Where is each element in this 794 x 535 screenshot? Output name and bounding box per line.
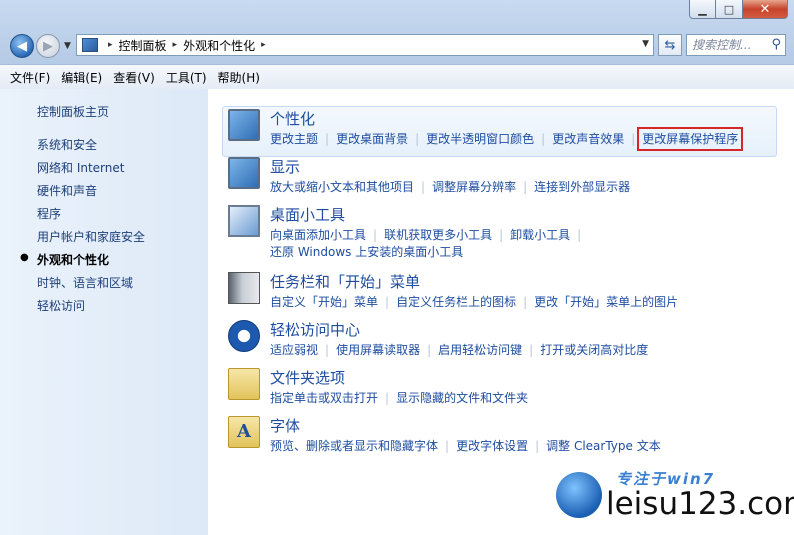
refresh-button[interactable]: ⇆ xyxy=(658,34,682,56)
close-button[interactable]: ✕ xyxy=(743,0,788,19)
link-screen-reader[interactable]: 使用屏幕读取器 xyxy=(336,343,420,357)
link-customize-start-menu[interactable]: 自定义「开始」菜单 xyxy=(270,295,378,309)
display-monitor-icon[interactable] xyxy=(228,157,260,189)
forward-button[interactable]: ▶ xyxy=(36,34,60,58)
address-dropdown-icon[interactable]: ▼ xyxy=(642,39,649,49)
category-title[interactable]: 个性化 xyxy=(270,108,315,129)
search-placeholder: 搜索控制... xyxy=(692,38,752,52)
link-resolution[interactable]: 调整屏幕分辨率 xyxy=(432,180,516,194)
link-access-keys[interactable]: 启用轻松访问键 xyxy=(438,343,522,357)
link-change-background[interactable]: 更改桌面背景 xyxy=(336,132,408,146)
category-links: 自定义「开始」菜单 | 自定义任务栏上的图标 | 更改「开始」菜单上的图片 xyxy=(270,295,679,309)
breadcrumb-appearance[interactable]: 外观和个性化 xyxy=(183,37,255,54)
link-low-vision[interactable]: 适应弱视 xyxy=(270,343,318,357)
navigation-bar: ◀ ▶ ▼ ▸ 控制面板 ▸ 外观和个性化 ▸ ▼ ⇆ 搜索控制... ⚲ xyxy=(8,32,786,60)
history-dropdown-icon[interactable]: ▼ xyxy=(64,41,71,51)
sidebar-item-ease-of-access[interactable]: 轻松访问 xyxy=(37,297,85,314)
control-panel-window: ▁ □ ✕ ◀ ▶ ▼ ▸ 控制面板 ▸ 外观和个性化 ▸ ▼ ⇆ 搜索控制..… xyxy=(0,0,794,535)
category-links-second-row: 还原 Windows 上安装的桌面小工具 xyxy=(270,243,463,260)
category-links: 向桌面添加小工具 | 联机获取更多小工具 | 卸载小工具 | xyxy=(270,228,582,242)
search-icon[interactable]: ⚲ xyxy=(771,35,781,55)
address-bar[interactable]: ▸ 控制面板 ▸ 外观和个性化 ▸ ▼ xyxy=(76,34,654,56)
control-panel-icon xyxy=(82,38,98,52)
link-uninstall-gadget[interactable]: 卸载小工具 xyxy=(510,228,570,242)
category-title[interactable]: 显示 xyxy=(270,156,300,177)
taskbar-icon[interactable] xyxy=(228,272,260,304)
search-input[interactable]: 搜索控制... ⚲ xyxy=(686,34,786,56)
menu-bar: 文件(F) 编辑(E) 查看(V) 工具(T) 帮助(H) xyxy=(0,64,794,90)
link-single-double-click[interactable]: 指定单击或双击打开 xyxy=(270,391,378,405)
link-preview-fonts[interactable]: 预览、删除或者显示和隐藏字体 xyxy=(270,439,438,453)
link-get-more-gadgets[interactable]: 联机获取更多小工具 xyxy=(384,228,492,242)
breadcrumb-separator[interactable]: ▸ xyxy=(261,40,266,50)
category-title[interactable]: 桌面小工具 xyxy=(270,204,345,225)
sidebar-item-network[interactable]: 网络和 Internet xyxy=(37,159,124,176)
fonts-icon[interactable]: A xyxy=(228,416,260,448)
menu-tools[interactable]: 工具(T) xyxy=(166,69,207,86)
link-add-gadgets[interactable]: 向桌面添加小工具 xyxy=(270,228,366,242)
link-external-display[interactable]: 连接到外部显示器 xyxy=(534,180,630,194)
sidebar-item-hardware[interactable]: 硬件和声音 xyxy=(37,182,97,199)
link-change-start-picture[interactable]: 更改「开始」菜单上的图片 xyxy=(534,295,678,309)
category-links: 更改主题 | 更改桌面背景 | 更改半透明窗口颜色 | 更改声音效果 | 更改屏幕保护程序 xyxy=(270,127,744,151)
link-font-settings[interactable]: 更改字体设置 xyxy=(456,439,528,453)
sidebar: 控制面板主页 系统和安全 网络和 Internet 硬件和声音 程序 用户帐户和… xyxy=(0,89,208,535)
folder-options-icon[interactable] xyxy=(228,368,260,400)
personalization-monitor-icon[interactable] xyxy=(228,109,260,141)
active-bullet-icon: ● xyxy=(20,252,29,263)
link-text-size[interactable]: 放大或缩小文本和其他项目 xyxy=(270,180,414,194)
menu-help[interactable]: 帮助(H) xyxy=(218,69,260,86)
category-links: 放大或缩小文本和其他项目 | 调整屏幕分辨率 | 连接到外部显示器 xyxy=(270,180,631,194)
forward-arrow-icon: ▶ xyxy=(43,38,53,54)
link-cleartype[interactable]: 调整 ClearType 文本 xyxy=(546,439,661,453)
watermark: 专注于win7 leisu123.com xyxy=(556,464,794,530)
category-links: 指定单击或双击打开 | 显示隐藏的文件和文件夹 xyxy=(270,391,529,405)
link-restore-gadgets[interactable]: 还原 Windows 上安装的桌面小工具 xyxy=(270,245,463,259)
link-change-screensaver[interactable]: 更改屏幕保护程序 xyxy=(637,127,744,151)
caption-buttons: ▁ □ ✕ xyxy=(689,0,788,19)
breadcrumb-control-panel[interactable]: 控制面板 xyxy=(119,37,167,54)
link-customize-taskbar-icons[interactable]: 自定义任务栏上的图标 xyxy=(396,295,516,309)
link-show-hidden-files[interactable]: 显示隐藏的文件和文件夹 xyxy=(396,391,528,405)
category-title[interactable]: 字体 xyxy=(270,415,300,436)
menu-view[interactable]: 查看(V) xyxy=(113,69,155,86)
minimize-button[interactable]: ▁ xyxy=(689,0,716,19)
link-high-contrast[interactable]: 打开或关闭高对比度 xyxy=(540,343,648,357)
category-title[interactable]: 任务栏和「开始」菜单 xyxy=(270,271,420,292)
ease-of-access-icon[interactable] xyxy=(228,320,260,352)
breadcrumb-separator[interactable]: ▸ xyxy=(108,40,113,50)
back-button[interactable]: ◀ xyxy=(10,34,34,58)
maximize-button[interactable]: □ xyxy=(716,0,743,19)
breadcrumb-separator[interactable]: ▸ xyxy=(173,40,178,50)
menu-edit[interactable]: 编辑(E) xyxy=(61,69,102,86)
sidebar-item-appearance: 外观和个性化 xyxy=(37,253,110,267)
windows-logo-icon xyxy=(556,472,602,518)
link-change-theme[interactable]: 更改主题 xyxy=(270,132,318,146)
sidebar-item-clock-region[interactable]: 时钟、语言和区域 xyxy=(37,274,133,291)
watermark-site: leisu123.com xyxy=(606,486,794,522)
sidebar-item-programs[interactable]: 程序 xyxy=(37,205,61,222)
sidebar-item-user-accounts[interactable]: 用户帐户和家庭安全 xyxy=(37,228,145,245)
category-title[interactable]: 文件夹选项 xyxy=(270,367,345,388)
back-arrow-icon: ◀ xyxy=(17,38,27,54)
desktop-gadgets-icon[interactable] xyxy=(228,205,260,237)
link-change-sounds[interactable]: 更改声音效果 xyxy=(552,132,624,146)
menu-file[interactable]: 文件(F) xyxy=(10,69,50,86)
category-title[interactable]: 轻松访问中心 xyxy=(270,319,360,340)
sidebar-item-home[interactable]: 控制面板主页 xyxy=(37,103,109,120)
sidebar-item-system-security[interactable]: 系统和安全 xyxy=(37,136,97,153)
category-links: 预览、删除或者显示和隐藏字体 | 更改字体设置 | 调整 ClearType 文本 xyxy=(270,439,661,453)
link-change-window-color[interactable]: 更改半透明窗口颜色 xyxy=(426,132,534,146)
category-links: 适应弱视 | 使用屏幕读取器 | 启用轻松访问键 | 打开或关闭高对比度 xyxy=(270,343,649,357)
refresh-icon: ⇆ xyxy=(664,37,676,53)
